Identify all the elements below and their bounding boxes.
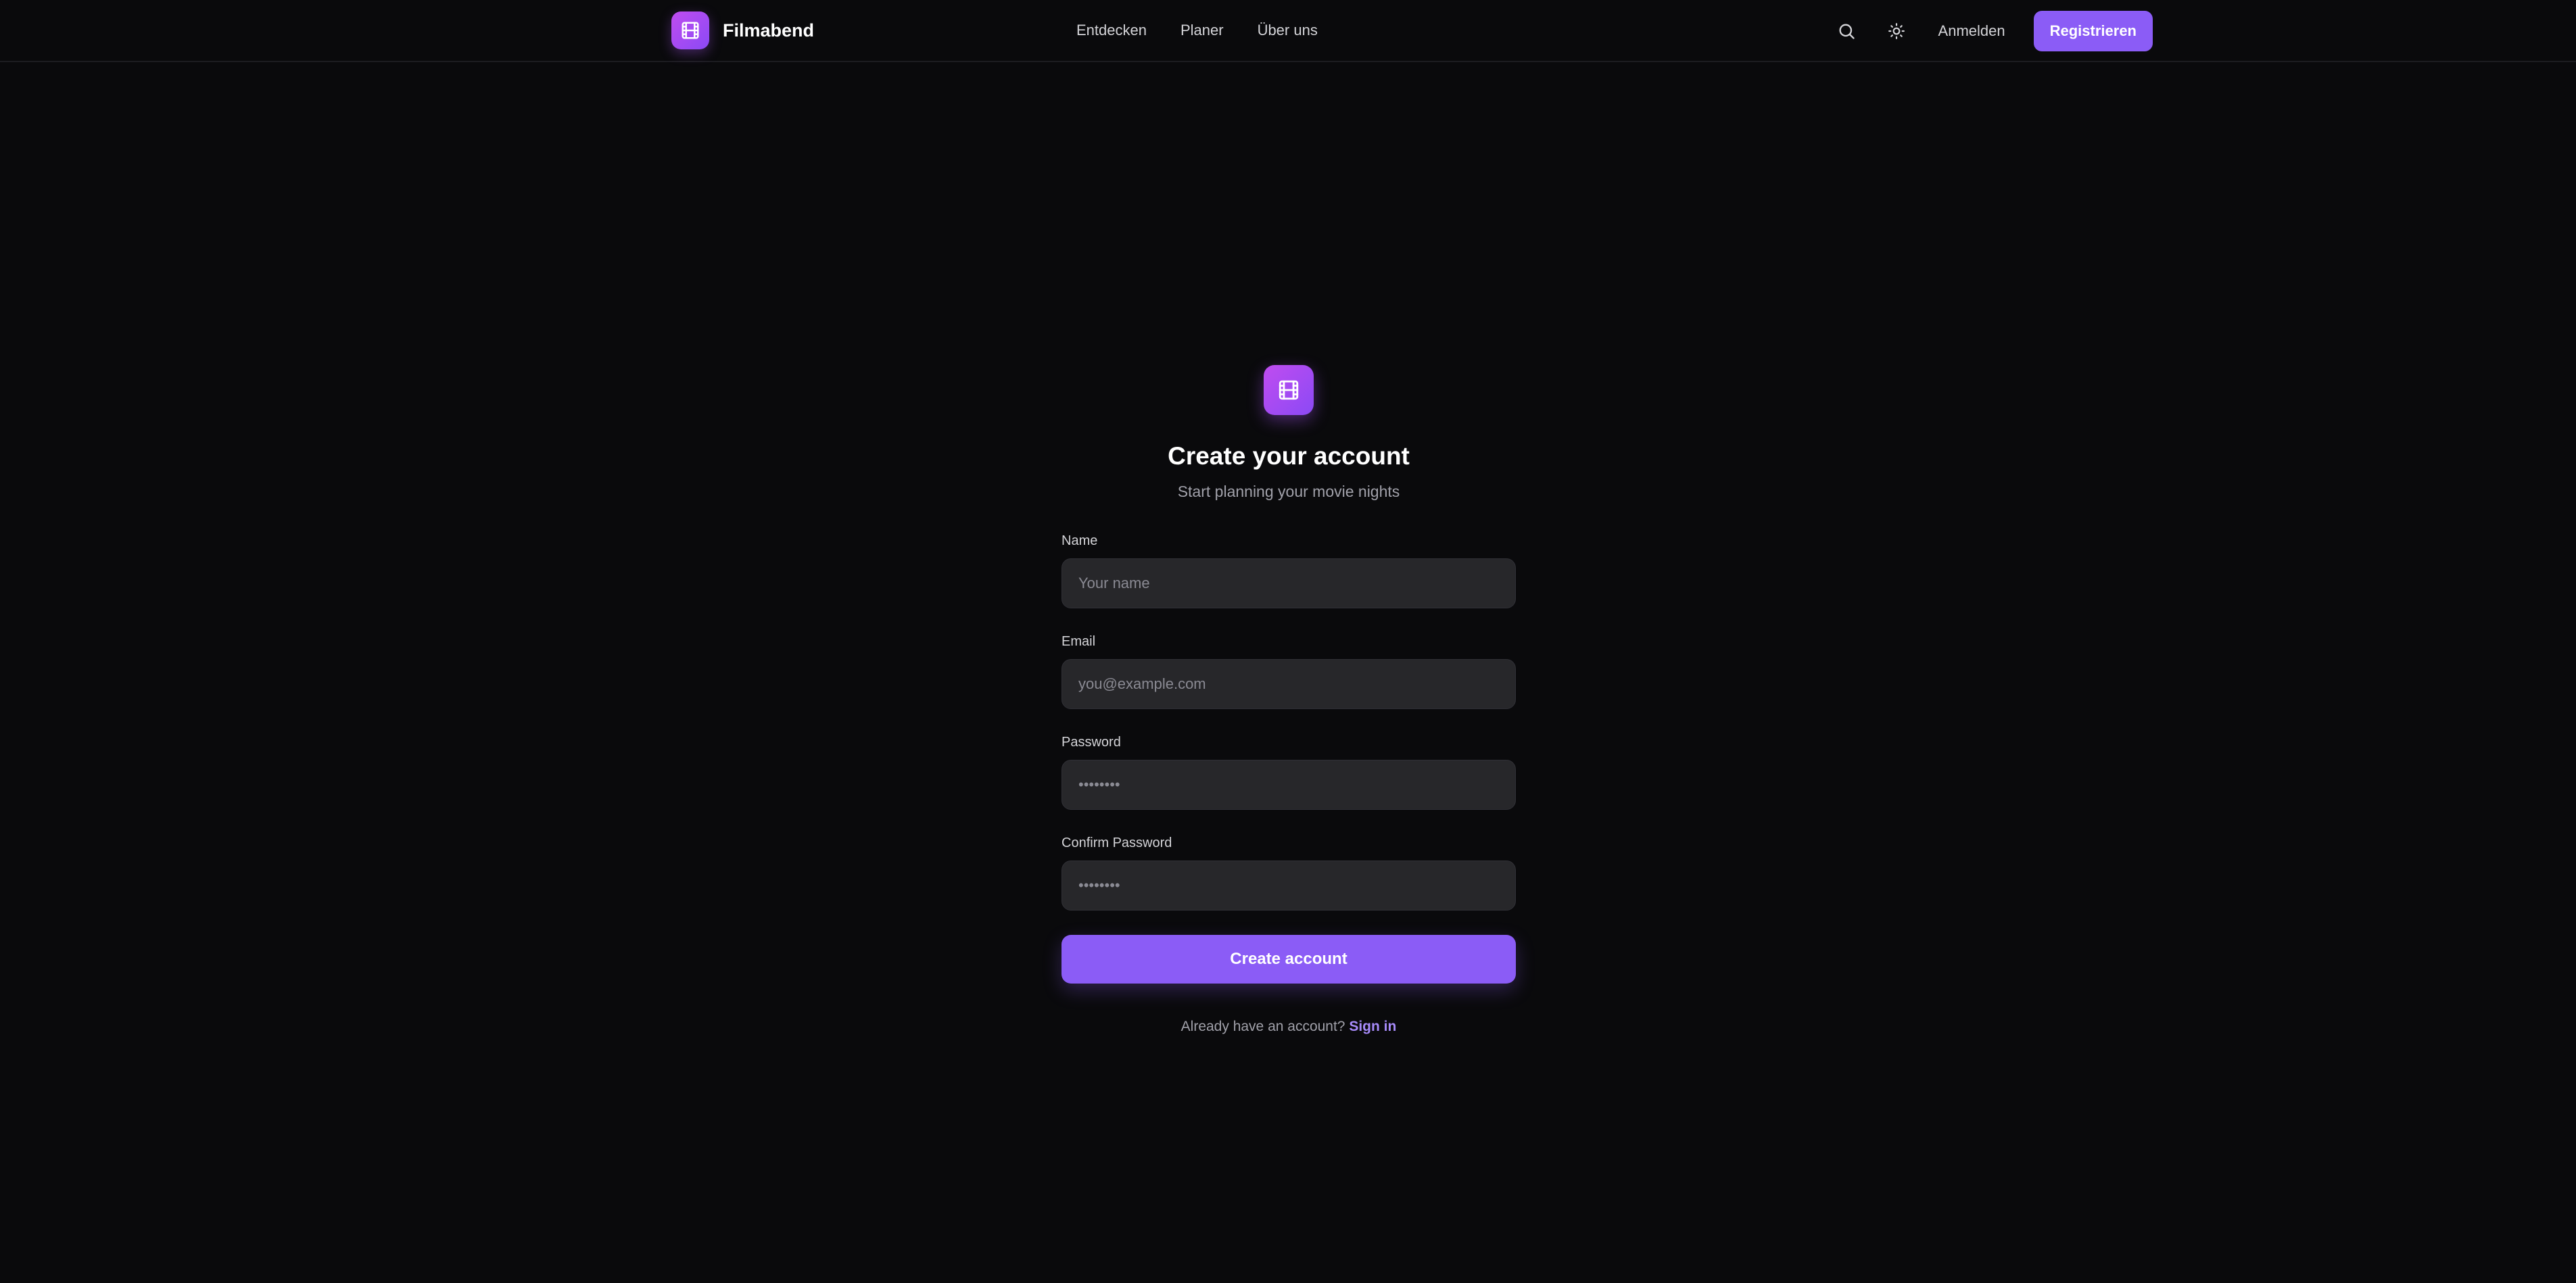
password-field-group: Password xyxy=(1062,735,1516,810)
film-icon xyxy=(1264,365,1314,415)
nav-link-ueber-uns[interactable]: Über uns xyxy=(1258,18,1318,43)
register-button[interactable]: Registrieren xyxy=(2033,11,2153,51)
nav-link-entdecken[interactable]: Entdecken xyxy=(1076,18,1147,43)
signin-link-footer[interactable]: Sign in xyxy=(1349,1019,1396,1034)
create-account-button[interactable]: Create account xyxy=(1062,935,1516,984)
confirm-password-input[interactable] xyxy=(1062,861,1516,911)
nav-actions: Anmelden Registrieren xyxy=(1832,9,2153,53)
brand-name: Filmabend xyxy=(723,20,815,41)
name-input[interactable] xyxy=(1062,558,1516,608)
confirm-password-field-group: Confirm Password xyxy=(1062,836,1516,911)
film-icon xyxy=(671,11,709,49)
name-label: Name xyxy=(1062,533,1098,548)
email-field-group: Email xyxy=(1062,634,1516,709)
signin-link[interactable]: Anmelden xyxy=(1938,22,2005,40)
top-navbar: Filmabend Entdecken Planer Über uns Anme… xyxy=(0,0,2576,62)
nav-link-planer[interactable]: Planer xyxy=(1180,18,1224,43)
email-input[interactable] xyxy=(1062,659,1516,709)
signin-prompt: Already have an account? Sign in xyxy=(1062,1019,1516,1035)
password-label: Password xyxy=(1062,735,1121,750)
main-nav: Entdecken Planer Über uns xyxy=(1076,18,1352,43)
signin-prompt-text: Already have an account? xyxy=(1180,1019,1345,1034)
signup-form: Create your account Start planning your … xyxy=(1062,365,1516,1035)
confirm-password-label: Confirm Password xyxy=(1062,836,1172,850)
email-label: Email xyxy=(1062,634,1096,649)
search-icon[interactable] xyxy=(1832,16,1861,46)
brand[interactable]: Filmabend xyxy=(671,11,814,50)
page-title: Create your account xyxy=(1168,442,1410,470)
password-input[interactable] xyxy=(1062,760,1516,810)
page-subtitle: Start planning your movie nights xyxy=(1177,483,1400,500)
sun-icon[interactable] xyxy=(1882,16,1911,46)
name-field-group: Name xyxy=(1062,533,1516,608)
